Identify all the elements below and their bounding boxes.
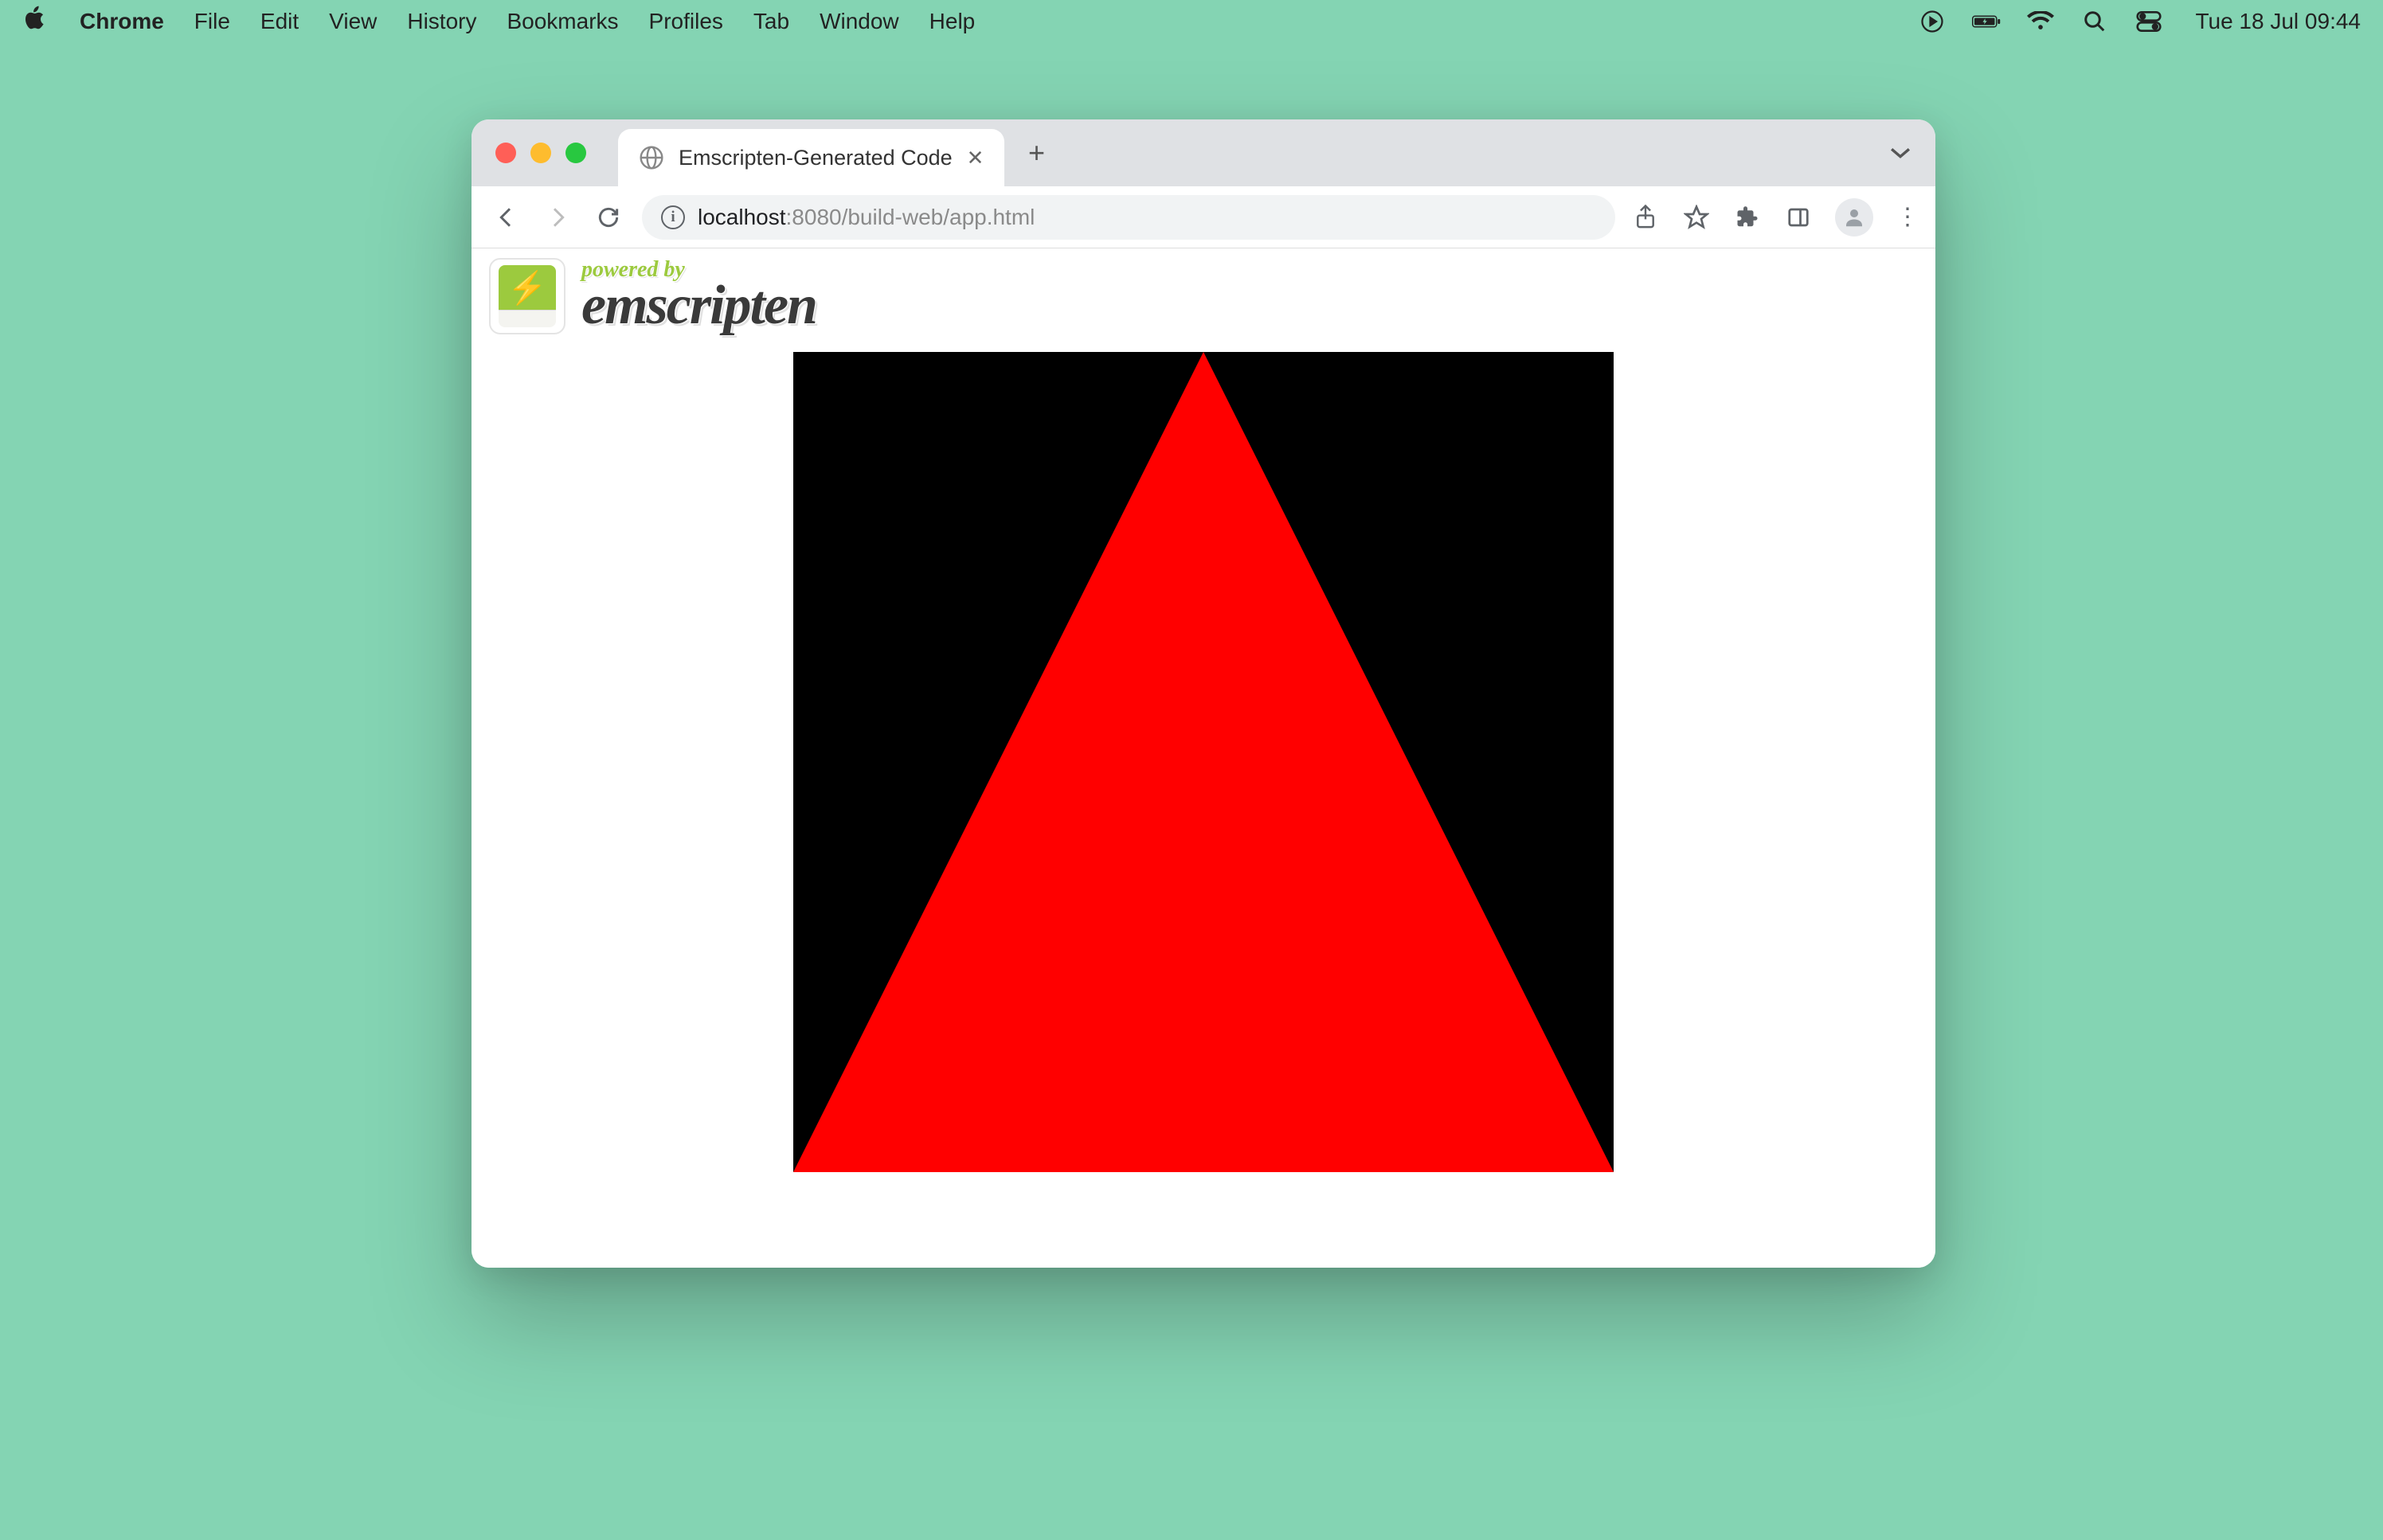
menu-history[interactable]: History xyxy=(407,9,476,34)
site-info-icon[interactable]: i xyxy=(661,205,685,229)
new-tab-button[interactable]: + xyxy=(1012,129,1060,177)
battery-charging-icon[interactable] xyxy=(1972,7,2001,36)
menubar-left: Chrome File Edit View History Bookmarks … xyxy=(22,6,975,37)
spotlight-search-icon[interactable] xyxy=(2080,7,2109,36)
window-fullscreen-button[interactable] xyxy=(565,143,586,163)
menu-file[interactable]: File xyxy=(194,9,230,34)
window-controls xyxy=(495,143,586,163)
url-text: localhost:8080/build-web/app.html xyxy=(698,205,1035,230)
address-bar[interactable]: i localhost:8080/build-web/app.html xyxy=(642,195,1615,240)
tab-title: Emscripten-Generated Code xyxy=(679,146,953,170)
menu-bookmarks[interactable]: Bookmarks xyxy=(507,9,618,34)
chrome-window: Emscripten-Generated Code ✕ + i localhos… xyxy=(472,119,1935,1268)
active-app-name[interactable]: Chrome xyxy=(80,9,164,34)
wifi-icon[interactable] xyxy=(2026,7,2055,36)
url-path: :8080/build-web/app.html xyxy=(786,205,1035,229)
back-button[interactable] xyxy=(489,200,524,235)
url-host: localhost xyxy=(698,205,786,229)
forward-button[interactable] xyxy=(540,200,575,235)
menubar-datetime[interactable]: Tue 18 Jul 09:44 xyxy=(2195,9,2361,34)
browser-toolbar: i localhost:8080/build-web/app.html ⋮ xyxy=(472,186,1935,248)
bookmark-star-icon[interactable] xyxy=(1682,203,1711,232)
menu-tab[interactable]: Tab xyxy=(753,9,789,34)
profile-avatar-icon[interactable] xyxy=(1835,198,1873,236)
window-close-button[interactable] xyxy=(495,143,516,163)
menu-edit[interactable]: Edit xyxy=(260,9,299,34)
page-content: ⚡ powered by emscripten xyxy=(472,248,1935,1268)
window-minimize-button[interactable] xyxy=(530,143,551,163)
menu-window[interactable]: Window xyxy=(820,9,899,34)
menubar-right: Tue 18 Jul 09:44 xyxy=(1918,7,2361,36)
menu-profiles[interactable]: Profiles xyxy=(649,9,723,34)
tab-strip: Emscripten-Generated Code ✕ + xyxy=(472,119,1935,186)
side-panel-icon[interactable] xyxy=(1784,203,1813,232)
macos-menubar: Chrome File Edit View History Bookmarks … xyxy=(0,0,2383,43)
emscripten-name-text: emscripten xyxy=(581,278,816,334)
reload-button[interactable] xyxy=(591,200,626,235)
emscripten-header: ⚡ powered by emscripten xyxy=(472,248,1935,344)
toolbar-right: ⋮ xyxy=(1631,198,1918,236)
browser-tab-active[interactable]: Emscripten-Generated Code ✕ xyxy=(618,129,1004,186)
emscripten-logo-icon: ⚡ xyxy=(489,258,565,334)
tabs-dropdown-icon[interactable] xyxy=(1889,140,1911,166)
extensions-puzzle-icon[interactable] xyxy=(1733,203,1762,232)
globe-icon xyxy=(639,145,664,170)
screen-record-icon[interactable] xyxy=(1918,7,1947,36)
webgl-canvas[interactable] xyxy=(793,352,1614,1172)
bolt-icon: ⚡ xyxy=(507,269,547,307)
control-center-icon[interactable] xyxy=(2135,7,2163,36)
emscripten-wordmark: powered by emscripten xyxy=(581,259,816,334)
share-icon[interactable] xyxy=(1631,203,1660,232)
canvas-area xyxy=(472,352,1935,1172)
tab-close-icon[interactable]: ✕ xyxy=(967,146,984,170)
apple-menu-icon[interactable] xyxy=(22,6,45,37)
triangle-render xyxy=(793,352,1614,1172)
menu-help[interactable]: Help xyxy=(929,9,976,34)
chrome-menu-icon[interactable]: ⋮ xyxy=(1896,203,1918,231)
menu-view[interactable]: View xyxy=(329,9,377,34)
